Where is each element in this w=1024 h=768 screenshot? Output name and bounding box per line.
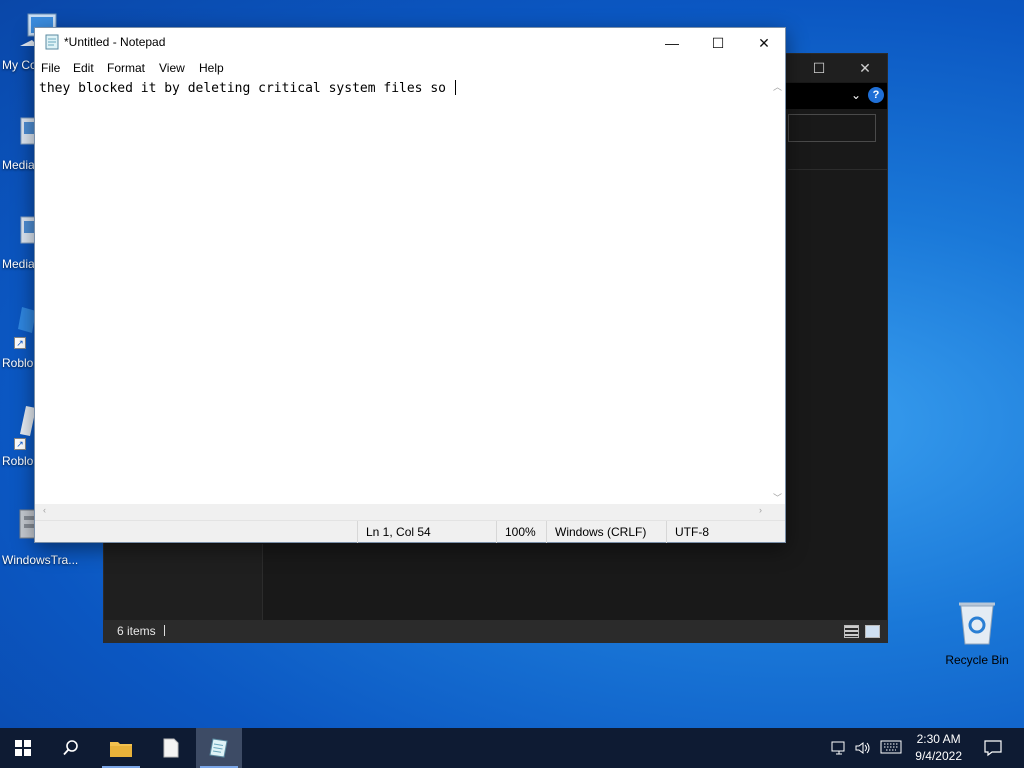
explorer-navigation-pane[interactable]	[104, 544, 262, 622]
search-icon	[63, 740, 78, 756]
recycle-bin-label: Recycle Bin	[945, 653, 1009, 667]
ribbon-expand-chevron-icon[interactable]: ⌄	[851, 88, 861, 102]
scrollbar-corner	[770, 504, 785, 520]
windows-logo-icon	[15, 740, 31, 756]
start-button[interactable]	[0, 728, 46, 768]
details-view-icon[interactable]	[844, 625, 859, 638]
clock-time: 2:30 AM	[916, 732, 961, 746]
desktop-icon-label: WindowsTra...	[2, 553, 79, 567]
keyboard-icon[interactable]	[880, 740, 902, 754]
text-cursor	[454, 80, 456, 95]
minimize-button[interactable]: —	[649, 28, 695, 58]
search-button[interactable]	[48, 728, 94, 768]
editor-line: they blocked it by deleting critical sys…	[39, 80, 456, 96]
volume-icon[interactable]	[854, 740, 872, 756]
desktop-icon-recycle-bin[interactable]: Recycle Bin	[940, 600, 1014, 667]
notepad-statusbar: Ln 1, Col 54 100% Windows (CRLF) UTF-8	[35, 520, 786, 543]
window-title: *Untitled - Notepad	[64, 35, 166, 49]
close-button[interactable]: ✕	[741, 28, 787, 58]
explorer-search-box[interactable]	[788, 114, 876, 142]
clock-date: 9/4/2022	[915, 749, 962, 763]
vertical-scrollbar[interactable]: ︿ ﹀	[770, 78, 785, 504]
document-icon	[163, 738, 179, 758]
notepad-window[interactable]: *Untitled - Notepad — ☐ ✕ File Edit Form…	[34, 27, 786, 543]
menu-bar: File Edit Format View Help	[35, 58, 785, 78]
desktop-icon-label: Roblo	[2, 454, 34, 468]
shortcut-arrow-icon: ↗	[14, 438, 26, 450]
zoom-level: 100%	[496, 521, 546, 543]
maximize-button[interactable]: ☐	[695, 28, 741, 58]
large-icons-view-icon[interactable]	[865, 625, 880, 638]
shortcut-arrow-icon: ↗	[14, 337, 26, 349]
taskbar-document[interactable]	[148, 728, 194, 768]
editor-text: they blocked it by deleting critical sys…	[39, 81, 454, 96]
encoding: UTF-8	[666, 521, 786, 543]
desktop-icon-label: Media	[2, 158, 35, 172]
menu-file[interactable]: File	[41, 60, 60, 76]
system-clock[interactable]: 2:30 AM 9/4/2022	[915, 731, 962, 765]
scroll-down-arrow-icon[interactable]: ﹀	[770, 491, 785, 504]
desktop-icon-label: Roblo	[2, 356, 34, 370]
scroll-right-arrow-icon[interactable]: ›	[753, 505, 768, 515]
explorer-divider	[788, 169, 888, 170]
menu-format[interactable]: Format	[107, 60, 145, 76]
network-icon[interactable]	[830, 740, 848, 756]
help-icon[interactable]: ?	[868, 87, 884, 103]
scroll-left-arrow-icon[interactable]: ‹	[37, 505, 52, 515]
menu-help[interactable]: Help	[199, 60, 224, 76]
cursor-position: Ln 1, Col 54	[357, 521, 497, 543]
taskbar-file-explorer[interactable]	[98, 728, 144, 768]
explorer-item-count: 6 items	[117, 624, 156, 638]
text-editor-area[interactable]: they blocked it by deleting critical sys…	[35, 78, 770, 504]
explorer-maximize-button[interactable]: ☐	[804, 58, 834, 78]
explorer-pane-divider[interactable]	[262, 544, 263, 622]
explorer-close-button[interactable]: ✕	[850, 58, 880, 78]
notepad-icon	[209, 738, 228, 758]
folder-icon	[110, 742, 132, 757]
scroll-up-arrow-icon[interactable]: ︿	[770, 80, 785, 93]
line-ending: Windows (CRLF)	[546, 521, 666, 543]
menu-view[interactable]: View	[159, 60, 185, 76]
horizontal-scrollbar[interactable]: ‹ ›	[35, 504, 770, 520]
taskbar-notepad[interactable]	[196, 728, 242, 768]
recycle-bin-icon	[959, 602, 995, 645]
desktop-icon-label: My Co	[2, 58, 37, 72]
explorer-statusbar: 6 items	[104, 620, 887, 642]
notification-center-icon[interactable]	[984, 739, 1002, 757]
desktop-icon-label: Media	[2, 257, 35, 271]
notepad-icon	[45, 34, 59, 50]
taskbar: 2:30 AM 9/4/2022	[0, 728, 1024, 768]
notepad-titlebar[interactable]: *Untitled - Notepad — ☐ ✕	[35, 28, 785, 58]
menu-edit[interactable]: Edit	[73, 60, 94, 76]
status-separator	[163, 625, 165, 636]
